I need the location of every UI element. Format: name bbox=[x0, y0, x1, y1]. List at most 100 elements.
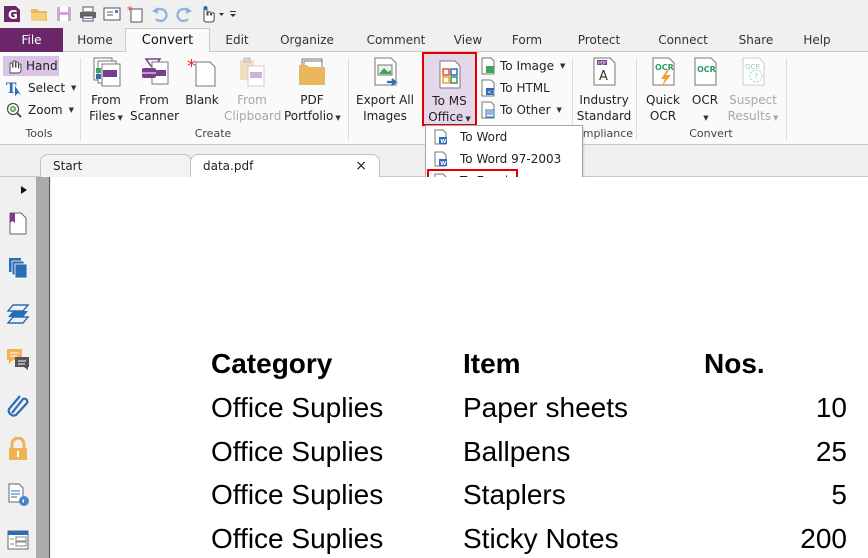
pages-icon[interactable] bbox=[6, 256, 30, 280]
menu-item-to-word[interactable]: W To Word bbox=[428, 126, 580, 148]
group-separator bbox=[786, 58, 787, 140]
to-image-label: To Image bbox=[500, 59, 555, 73]
email-icon[interactable] bbox=[103, 5, 121, 23]
to-image-dropdown-arrow: ▼ bbox=[560, 62, 566, 70]
tab-file[interactable]: File bbox=[0, 28, 63, 52]
new-blank-icon[interactable]: * bbox=[126, 5, 144, 23]
tab-help[interactable]: Help bbox=[797, 28, 837, 52]
tab-home[interactable]: Home bbox=[70, 28, 120, 52]
expand-panel-arrow-icon[interactable] bbox=[20, 184, 28, 194]
tab-share[interactable]: Share bbox=[733, 28, 779, 52]
table-cell-nos: 200 bbox=[800, 523, 847, 554]
bookmark-icon[interactable] bbox=[6, 211, 30, 235]
to-ms-office-button[interactable]: To MS Office ▼ bbox=[422, 52, 477, 126]
menu-item-to-word-97-2003[interactable]: W To Word 97-2003 bbox=[428, 148, 580, 170]
blank-label: Blank bbox=[185, 93, 219, 107]
svg-text:*: * bbox=[127, 5, 133, 17]
to-ms-office-dropdown-arrow: ▼ bbox=[465, 115, 471, 123]
word-file-icon: W bbox=[433, 151, 449, 167]
to-html-icon: <> bbox=[481, 79, 496, 97]
tab-view[interactable]: View bbox=[446, 28, 490, 52]
svg-text:?: ? bbox=[754, 72, 758, 81]
svg-text:OCR: OCR bbox=[655, 63, 674, 72]
to-image-button[interactable]: To Image ▼ bbox=[480, 56, 565, 76]
redo-icon[interactable] bbox=[175, 5, 193, 23]
group-label-create: Create bbox=[194, 127, 232, 140]
tab-form[interactable]: Form bbox=[505, 28, 549, 52]
ocr-button[interactable]: OCR OCR ▼ bbox=[688, 56, 722, 126]
to-other-label: To Other bbox=[500, 103, 551, 117]
signature-icon[interactable] bbox=[6, 482, 30, 506]
from-clipboard-label-1: From bbox=[237, 93, 267, 107]
pdf-a-icon: PDF A bbox=[588, 56, 620, 88]
industry-standard-button[interactable]: PDF A Industry Standard bbox=[576, 56, 632, 124]
blank-button[interactable]: * Blank bbox=[182, 56, 222, 108]
table-cell-category: Office Suplies bbox=[211, 436, 384, 467]
svg-text:PDF: PDF bbox=[598, 61, 607, 67]
from-files-dropdown-arrow: ▼ bbox=[117, 114, 123, 122]
tab-comment[interactable]: Comment bbox=[359, 28, 433, 52]
to-ms-office-label-2: Office bbox=[428, 110, 464, 124]
security-lock-icon[interactable] bbox=[6, 436, 30, 461]
select-tool-button[interactable]: T Select ▼ bbox=[6, 78, 76, 98]
table-cell-nos: 10 bbox=[815, 392, 847, 423]
suspect-results-icon: OCR? bbox=[737, 56, 769, 88]
comments-icon[interactable] bbox=[6, 347, 30, 371]
hand-tool-dropdown-icon[interactable] bbox=[199, 5, 227, 23]
undo-icon[interactable] bbox=[151, 5, 169, 23]
from-scanner-button[interactable]: From Scanner bbox=[130, 56, 179, 124]
quick-ocr-button[interactable]: OCR Quick OCR bbox=[642, 56, 684, 124]
save-icon[interactable] bbox=[55, 5, 73, 23]
form-fields-icon[interactable] bbox=[6, 528, 30, 552]
attachments-icon[interactable] bbox=[6, 393, 30, 417]
quick-ocr-icon: OCR bbox=[647, 56, 679, 88]
svg-text:OCR: OCR bbox=[745, 63, 760, 71]
table-cell-category: Office Suplies bbox=[211, 479, 384, 510]
word-file-icon: W bbox=[433, 129, 449, 145]
to-other-button[interactable]: To Other ▼ bbox=[480, 100, 562, 120]
from-files-label-1: From bbox=[91, 93, 121, 107]
table-cell-category: Office Suplies bbox=[211, 523, 384, 554]
print-icon[interactable] bbox=[79, 5, 97, 23]
zoom-dropdown-arrow: ▼ bbox=[68, 106, 74, 114]
export-all-images-button[interactable]: Export All Images bbox=[354, 56, 416, 124]
panel-splitter[interactable] bbox=[36, 177, 50, 558]
suspect-results-button: OCR? Suspect Results ▼ bbox=[726, 56, 780, 126]
tab-protect[interactable]: Protect bbox=[570, 28, 628, 52]
from-files-button[interactable]: From Files ▼ bbox=[84, 56, 128, 126]
to-image-icon bbox=[481, 57, 495, 75]
navigation-sidebar bbox=[0, 177, 36, 558]
scanner-icon bbox=[138, 56, 170, 88]
zoom-label: Zoom bbox=[28, 103, 63, 117]
to-ms-office-label-1: To MS bbox=[432, 94, 467, 108]
tab-connect[interactable]: Connect bbox=[650, 28, 716, 52]
doc-tab-data-pdf[interactable]: data.pdf × bbox=[190, 154, 380, 178]
group-label-compliance: ompliance bbox=[576, 127, 634, 140]
svg-text:G: G bbox=[8, 8, 18, 22]
clipboard-icon bbox=[236, 56, 268, 88]
tab-organize[interactable]: Organize bbox=[274, 28, 340, 52]
suspect-results-label-2: Results bbox=[727, 109, 771, 123]
ocr-dropdown-arrow: ▼ bbox=[703, 114, 709, 122]
group-label-tools: Tools bbox=[25, 127, 53, 140]
to-html-button[interactable]: <> To HTML bbox=[480, 78, 550, 98]
svg-text:*: * bbox=[187, 56, 196, 77]
from-clipboard-label-2: Clipboard bbox=[224, 109, 282, 123]
tab-edit[interactable]: Edit bbox=[216, 28, 258, 52]
hand-tool-button[interactable]: Hand bbox=[3, 56, 59, 76]
zoom-tool-button[interactable]: Zoom ▼ bbox=[6, 100, 74, 120]
doc-tab-start[interactable]: Start bbox=[40, 154, 192, 177]
export-all-images-label-1: Export All bbox=[356, 93, 414, 107]
app-logo-icon[interactable]: G bbox=[3, 5, 21, 23]
select-dropdown-arrow: ▼ bbox=[71, 84, 77, 92]
table-header-nos: Nos. bbox=[704, 348, 765, 379]
close-tab-icon[interactable]: × bbox=[355, 155, 367, 177]
svg-text:W: W bbox=[440, 161, 446, 167]
group-separator bbox=[348, 58, 349, 140]
tab-convert[interactable]: Convert bbox=[125, 28, 210, 53]
layers-icon[interactable] bbox=[6, 302, 30, 326]
customize-qat-icon[interactable] bbox=[228, 5, 238, 23]
svg-text:W: W bbox=[440, 139, 446, 145]
pdf-portfolio-button[interactable]: PDF Portfolio ▼ bbox=[284, 56, 341, 126]
open-folder-icon[interactable] bbox=[30, 5, 48, 23]
